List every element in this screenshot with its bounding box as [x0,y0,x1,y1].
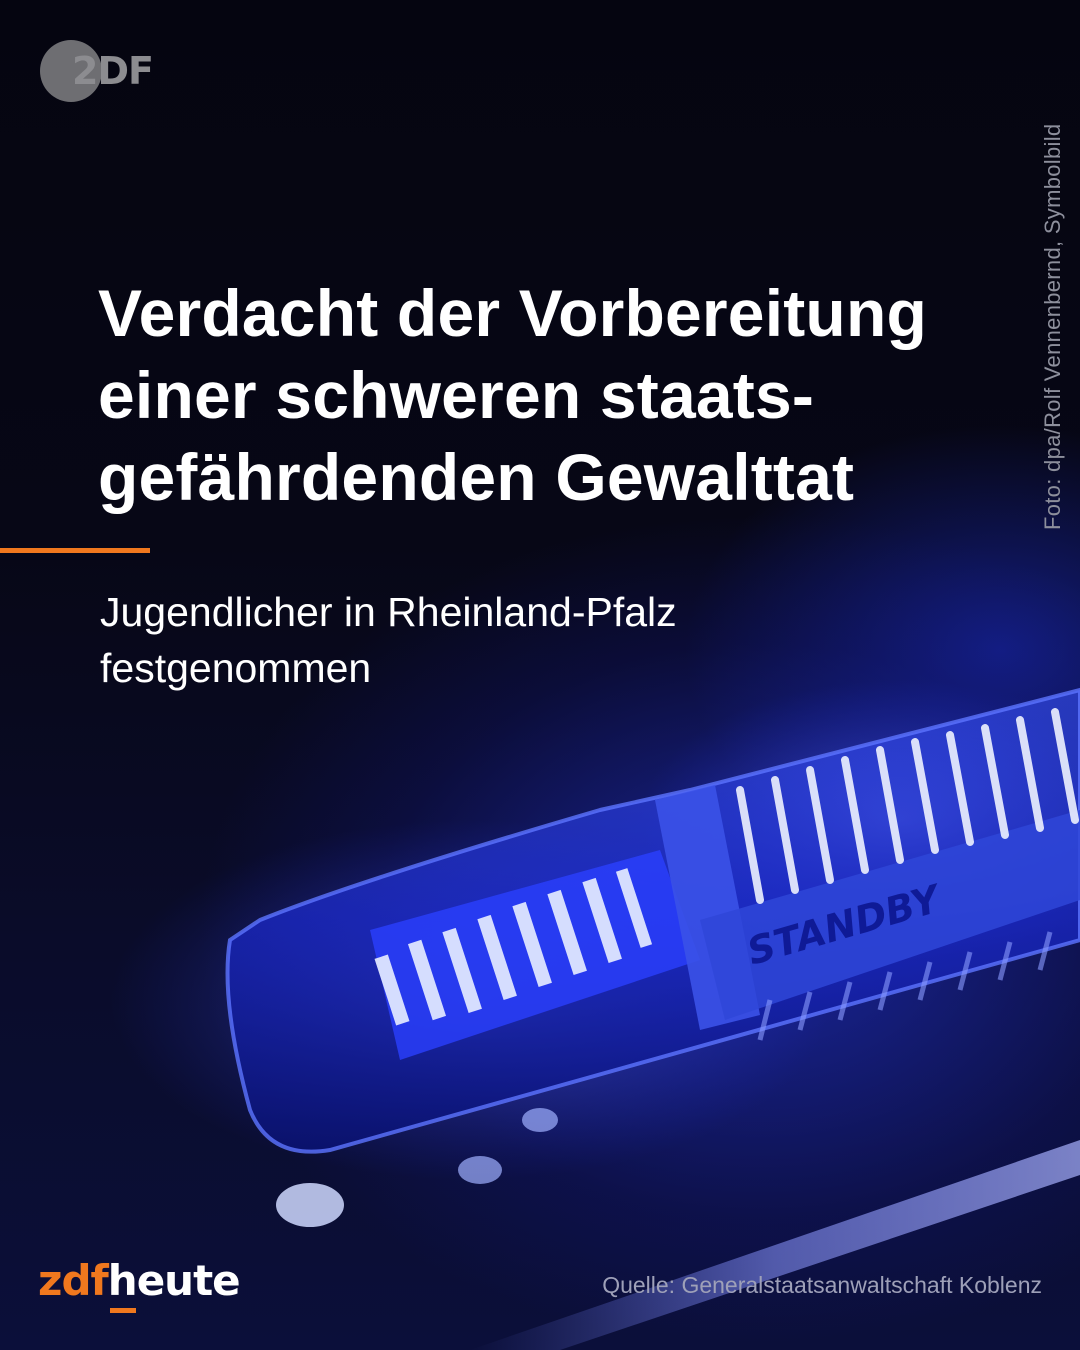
headline-line: gefährdenden Gewalttat [98,440,855,514]
zdfheute-logo: zdfheute [38,1256,241,1316]
brand-heute-text: heute [107,1256,241,1305]
subheadline-line: festgenommen [100,645,372,691]
accent-divider [0,548,150,553]
subheadline: Jugendlicher in Rheinland-Pfalz festgeno… [100,584,980,696]
headline-line: Verdacht der Vorbereitung [98,276,927,350]
photo-credit: Foto: dpa/Rolf Vennenbernd, Symbolbild [1040,123,1065,530]
headline: Verdacht der Vorbereitung einer schweren… [98,272,998,518]
subheadline-line: Jugendlicher in Rheinland-Pfalz [100,589,677,635]
source-note: Quelle: Generalstaatsanwaltschaft Koblen… [602,1272,1042,1298]
zdf-logo-text: 2DF [72,49,154,93]
headline-line: einer schweren staats- [98,358,815,432]
post-canvas: STANDBY 2DF Foto: dpa/Rolf Vennenbernd, … [0,0,1080,1350]
brand-zdf: zdf [38,1256,109,1305]
brand-underline [109,1308,136,1313]
zdf-logo: 2DF [40,40,154,102]
brand-heute: heute [107,1256,241,1313]
